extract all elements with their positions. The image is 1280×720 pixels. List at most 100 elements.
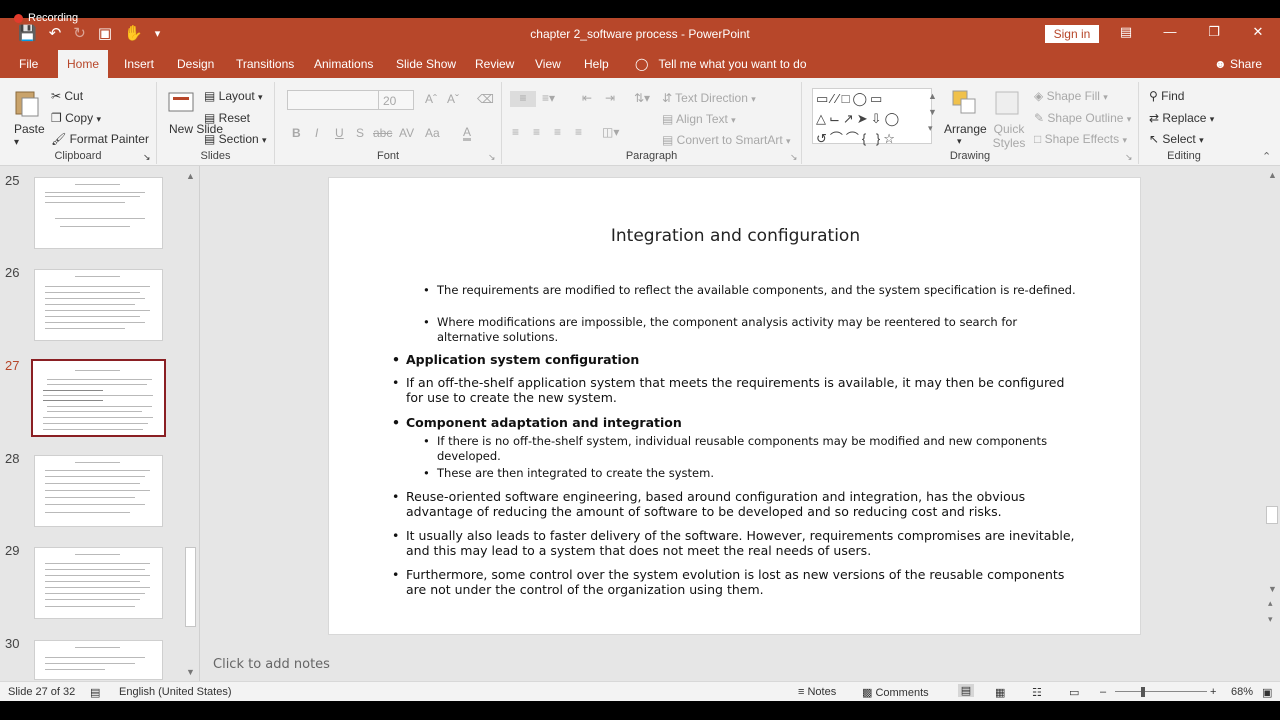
shape-outline-button[interactable]: ✎ Shape Outline ▾: [1034, 111, 1131, 125]
restore-button[interactable]: ❐: [1192, 24, 1236, 40]
paste-icon[interactable]: [12, 88, 42, 118]
zoom-in-icon[interactable]: +: [1210, 686, 1216, 698]
tab-transitions[interactable]: Transitions: [227, 50, 303, 78]
font-name-field[interactable]: [287, 90, 379, 110]
copy-button[interactable]: ❐ Copy ▾: [51, 111, 101, 125]
text-direction-button[interactable]: ⇵ Text Direction ▾: [662, 91, 756, 105]
new-slide-icon[interactable]: [167, 88, 197, 118]
columns-icon[interactable]: ◫▾: [602, 125, 619, 139]
thumbnail-slide-29[interactable]: [34, 547, 163, 619]
bold-button[interactable]: B: [292, 126, 301, 140]
thumbnail-scrollbar[interactable]: ▲ ▼: [184, 171, 197, 677]
slide-bullet[interactable]: • It usually also leads to faster deliver…: [392, 528, 1076, 558]
font-launcher-icon[interactable]: ↘: [488, 152, 496, 163]
shape-effects-button[interactable]: □ Shape Effects ▾: [1034, 132, 1127, 146]
align-center-icon[interactable]: ≡: [533, 125, 540, 139]
align-left-icon[interactable]: ≡: [512, 125, 519, 139]
slide-canvas[interactable]: Integration and configuration • The requi…: [328, 177, 1141, 635]
language-indicator[interactable]: English (United States): [119, 686, 232, 698]
slide-scroll-thumb[interactable]: [1266, 506, 1278, 524]
tab-home[interactable]: Home: [58, 50, 109, 78]
cut-button[interactable]: ✂ Cut: [51, 89, 83, 103]
slide-bullet[interactable]: • If there is no off-the-shelf system, i…: [423, 434, 1077, 464]
slide-bullet[interactable]: • Application system configuration: [392, 352, 1076, 367]
paste-dropdown-icon[interactable]: ▾: [14, 137, 19, 148]
clipboard-launcher-icon[interactable]: ↘: [143, 152, 151, 163]
arrange-button[interactable]: Arrange: [944, 122, 987, 136]
notes-placeholder[interactable]: Click to add notes: [213, 657, 330, 672]
thumbnail-slide-27[interactable]: [31, 359, 166, 437]
drawing-launcher-icon[interactable]: ↘: [1125, 152, 1133, 163]
tab-animations[interactable]: Animations: [305, 50, 382, 78]
convert-smartart-button[interactable]: ▤ Convert to SmartArt ▾: [662, 133, 791, 147]
change-case-button[interactable]: Aa: [425, 126, 440, 140]
tab-view[interactable]: View: [526, 50, 570, 78]
slide-bullet[interactable]: • Where modifications are impossible, the…: [423, 315, 1077, 345]
strikethrough-button[interactable]: abc: [373, 126, 392, 140]
quick-styles-button[interactable]: Quick Styles: [992, 122, 1026, 150]
clear-formatting-icon[interactable]: ⌫: [477, 92, 494, 106]
slide-scrollbar[interactable]: ▲ ▼ ▴ ▾: [1265, 170, 1279, 624]
minimize-button[interactable]: —: [1148, 24, 1192, 40]
bullets-icon[interactable]: ≡: [510, 91, 536, 107]
scroll-up-icon[interactable]: ▲: [186, 171, 195, 181]
slide-bullet[interactable]: • Component adaptation and integration: [392, 415, 1076, 430]
shape-fill-button[interactable]: ◈ Shape Fill ▾: [1034, 89, 1108, 103]
zoom-slider[interactable]: [1115, 691, 1207, 692]
font-size-field[interactable]: 20: [378, 90, 414, 110]
notes-button[interactable]: ≡ Notes: [798, 686, 836, 698]
next-slide-icon[interactable]: ▾: [1268, 614, 1273, 625]
spell-check-icon[interactable]: ▤: [90, 686, 100, 699]
collapse-ribbon-icon[interactable]: ⌃: [1262, 150, 1271, 163]
underline-button[interactable]: U: [335, 126, 344, 140]
tab-review[interactable]: Review: [466, 50, 523, 78]
zoom-level[interactable]: 68%: [1231, 686, 1253, 698]
format-painter-button[interactable]: 🖌 Format Painter: [51, 132, 149, 146]
scroll-down-icon[interactable]: ▼: [186, 667, 195, 677]
paste-button[interactable]: Paste: [14, 122, 45, 136]
slide-sorter-icon[interactable]: ▦: [995, 686, 1005, 699]
thumbnail-slide-30[interactable]: [34, 640, 163, 680]
find-button[interactable]: ⚲ Find: [1149, 89, 1184, 103]
char-spacing-button[interactable]: AV: [399, 126, 414, 140]
tab-help[interactable]: Help: [575, 50, 618, 78]
thumbnail-slide-28[interactable]: [34, 455, 163, 527]
replace-button[interactable]: ⇄ Replace ▾: [1149, 111, 1214, 125]
thumbnail-slide-26[interactable]: [34, 269, 163, 341]
grow-font-icon[interactable]: Aˆ: [425, 92, 437, 106]
tab-insert[interactable]: Insert: [115, 50, 163, 78]
justify-icon[interactable]: ≡: [575, 125, 582, 139]
arrange-dropdown-icon[interactable]: ▾: [957, 136, 962, 147]
tab-file[interactable]: File: [10, 50, 47, 78]
reset-button[interactable]: ▤ Reset: [204, 111, 250, 125]
quick-styles-icon[interactable]: [992, 88, 1022, 118]
slide-bullet[interactable]: • These are then integrated to create the…: [423, 466, 1077, 481]
slide-bullet[interactable]: • If an off-the-shelf application system …: [392, 375, 1076, 405]
layout-button[interactable]: ▤ Layout ▾: [204, 89, 263, 103]
close-button[interactable]: ✕: [1236, 24, 1280, 40]
slide-title[interactable]: Integration and configuration: [329, 226, 1142, 246]
shrink-font-icon[interactable]: Aˇ: [447, 92, 459, 106]
line-spacing-icon[interactable]: ⇅▾: [634, 91, 650, 105]
slide-bullet[interactable]: • The requirements are modified to reflec…: [423, 283, 1077, 298]
select-button[interactable]: ↖ Select ▾: [1149, 132, 1204, 146]
zoom-out-icon[interactable]: –: [1100, 686, 1106, 698]
paragraph-launcher-icon[interactable]: ↘: [790, 152, 798, 163]
numbering-icon[interactable]: ≡▾: [542, 91, 555, 105]
font-color-icon[interactable]: A: [463, 126, 472, 141]
section-button[interactable]: ▤ Section ▾: [204, 132, 267, 146]
align-right-icon[interactable]: ≡: [554, 125, 561, 139]
thumbnail-scroll-thumb[interactable]: [185, 547, 196, 627]
shapes-gallery[interactable]: ▭∕∕□◯▭ △⌙↗➤⇩◯ ↺⌒⌒{ }☆: [812, 88, 932, 146]
slideshow-view-icon[interactable]: ▭: [1069, 686, 1079, 699]
arrange-icon[interactable]: [950, 88, 980, 118]
italic-button[interactable]: I: [315, 126, 318, 140]
align-text-button[interactable]: ▤ Align Text ▾: [662, 112, 736, 126]
share-button[interactable]: ☻ Share: [1214, 50, 1262, 78]
increase-indent-icon[interactable]: ⇥: [605, 91, 615, 105]
sign-in-button[interactable]: Sign in: [1045, 25, 1099, 43]
zoom-slider-handle[interactable]: [1141, 687, 1145, 697]
fit-slide-icon[interactable]: ▣: [1262, 686, 1272, 699]
ribbon-display-icon[interactable]: ▤: [1104, 24, 1148, 40]
slide-bullet[interactable]: • Reuse-oriented software engineering, ba…: [392, 489, 1076, 519]
